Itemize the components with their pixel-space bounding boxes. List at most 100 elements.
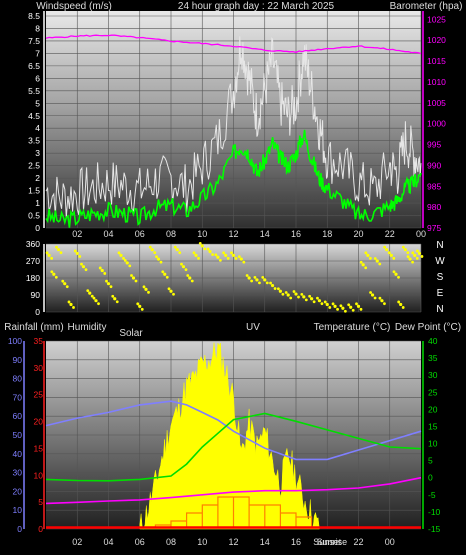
wind-direction-point [200, 244, 204, 248]
wind-direction-point [401, 245, 405, 249]
wind-direction-point [140, 307, 144, 311]
wind-direction-point [370, 293, 375, 297]
climate-x-tick: 10 [197, 537, 207, 547]
humidity-y-tick: 100 [8, 336, 22, 346]
wind-direction-point [355, 302, 358, 306]
wind-direction-point [222, 251, 226, 255]
barometer-y-tick: 1005 [427, 98, 446, 108]
wind-x-tick: 18 [322, 229, 332, 239]
wind-direction-point [65, 285, 69, 289]
direction-y-tick: 360 [26, 239, 40, 249]
wind-direction-point [98, 266, 102, 270]
rain-y-tick: 0 [38, 524, 43, 534]
barometer-y-tick: 1025 [427, 14, 446, 24]
humidity-y-tick: 80 [13, 374, 23, 384]
temperature-y-tick: 10 [428, 439, 438, 449]
direction-y-tick: 0 [35, 307, 40, 317]
wind-direction-point [347, 303, 351, 307]
wind-direction-point [184, 268, 188, 272]
temperature-y-tick: 5 [428, 456, 433, 466]
wind-direction-point [192, 251, 196, 255]
wind-direction-point [150, 248, 154, 252]
wind-direction-point [123, 258, 127, 262]
wind-direction-point [52, 272, 56, 276]
wind-direction-point [106, 282, 111, 286]
wind-direction-point [231, 253, 236, 257]
rain-y-tick: 5 [38, 497, 43, 507]
wind-y-tick: 1 [35, 198, 40, 208]
wind-direction-point [349, 305, 353, 309]
wind-direction-point [411, 260, 414, 264]
wind-direction-point [392, 256, 396, 260]
temperature-y-tick: 30 [428, 370, 438, 380]
wind-y-tick: 7 [35, 48, 40, 58]
humidity-y-tick: 70 [13, 392, 23, 402]
wind-direction-point [142, 285, 146, 289]
wind-direction-point [67, 300, 71, 304]
temperature-y-tick: 25 [428, 387, 438, 397]
wind-direction-point [378, 296, 382, 300]
wind-y-tick: 1.5 [28, 186, 40, 196]
wind-direction-point [385, 248, 389, 252]
wind-direction-point [45, 251, 49, 255]
wind-direction-point [310, 297, 314, 301]
graph-canvas: 02 04 06 08 10 12 14 16 18 20 22 008.587.576.565.55… [4, 1, 462, 547]
wind-direction-point [278, 289, 282, 293]
wind-direction-point [323, 300, 327, 304]
wind-direction-point [111, 294, 115, 298]
climate-x-tick: 12 [228, 537, 238, 547]
barometer-y-tick: 985 [427, 181, 441, 191]
wind-direction-point [317, 299, 322, 303]
wind-direction-point [263, 278, 267, 282]
wind-direction-point [211, 253, 214, 256]
wind-direction-point [109, 285, 113, 289]
rain-y-tick: 10 [34, 470, 44, 480]
wind-direction-point [84, 268, 88, 272]
wind-direction-point [155, 255, 158, 259]
wind-direction-point [78, 255, 82, 258]
wind-direction-point [417, 251, 422, 256]
wind-direction-point [186, 274, 190, 277]
wind-direction-point [336, 307, 339, 311]
wind-direction-point [245, 274, 249, 277]
wind-direction-point [364, 266, 368, 270]
wind-direction-point [153, 251, 157, 255]
wind-direction-point [253, 275, 257, 279]
wind-direction-point [208, 249, 212, 254]
climate-x-tick: 06 [135, 537, 145, 547]
wind-direction-point [339, 304, 343, 308]
wind-direction-point [203, 247, 207, 251]
wind-direction-point [130, 274, 133, 277]
climate-legend-label: Rainfall (mm) [4, 322, 63, 333]
wind-direction-point [75, 251, 79, 256]
wind-direction-point [359, 260, 363, 264]
climate-x-tick: 16 [291, 537, 301, 547]
wind-direction-point [175, 248, 179, 252]
wind-direction-point [119, 253, 123, 257]
wind-direction-point [284, 291, 288, 294]
wind-direction-point [73, 249, 77, 253]
wind-direction-point [364, 251, 368, 255]
wind-x-tick: 22 [385, 229, 395, 239]
wind-direction-point [250, 279, 254, 283]
wind-direction-point [351, 308, 355, 312]
wind-direction-point [356, 304, 361, 308]
temperature-y-tick: 35 [428, 353, 438, 363]
wind-direction-point [226, 256, 230, 260]
wind-direction-point [173, 245, 177, 249]
wind-y-tick: 5.5 [28, 86, 40, 96]
rain-y-tick: 35 [34, 336, 44, 346]
wind-direction-point [255, 278, 259, 282]
wind-direction-point [156, 257, 161, 261]
wind-direction-point [69, 302, 73, 307]
direction-compass-label: S [437, 272, 444, 283]
direction-y-tick: 270 [26, 256, 40, 266]
wind-direction-point [270, 283, 275, 288]
direction-compass-label: N [436, 304, 443, 315]
climate-x-tick: 04 [103, 537, 113, 547]
wind-y-tick: 6.5 [28, 61, 40, 71]
wind-direction-point [144, 287, 148, 291]
wind-direction-point [420, 255, 424, 258]
wind-x-tick: 20 [353, 229, 363, 239]
wind-direction-point [169, 289, 173, 293]
